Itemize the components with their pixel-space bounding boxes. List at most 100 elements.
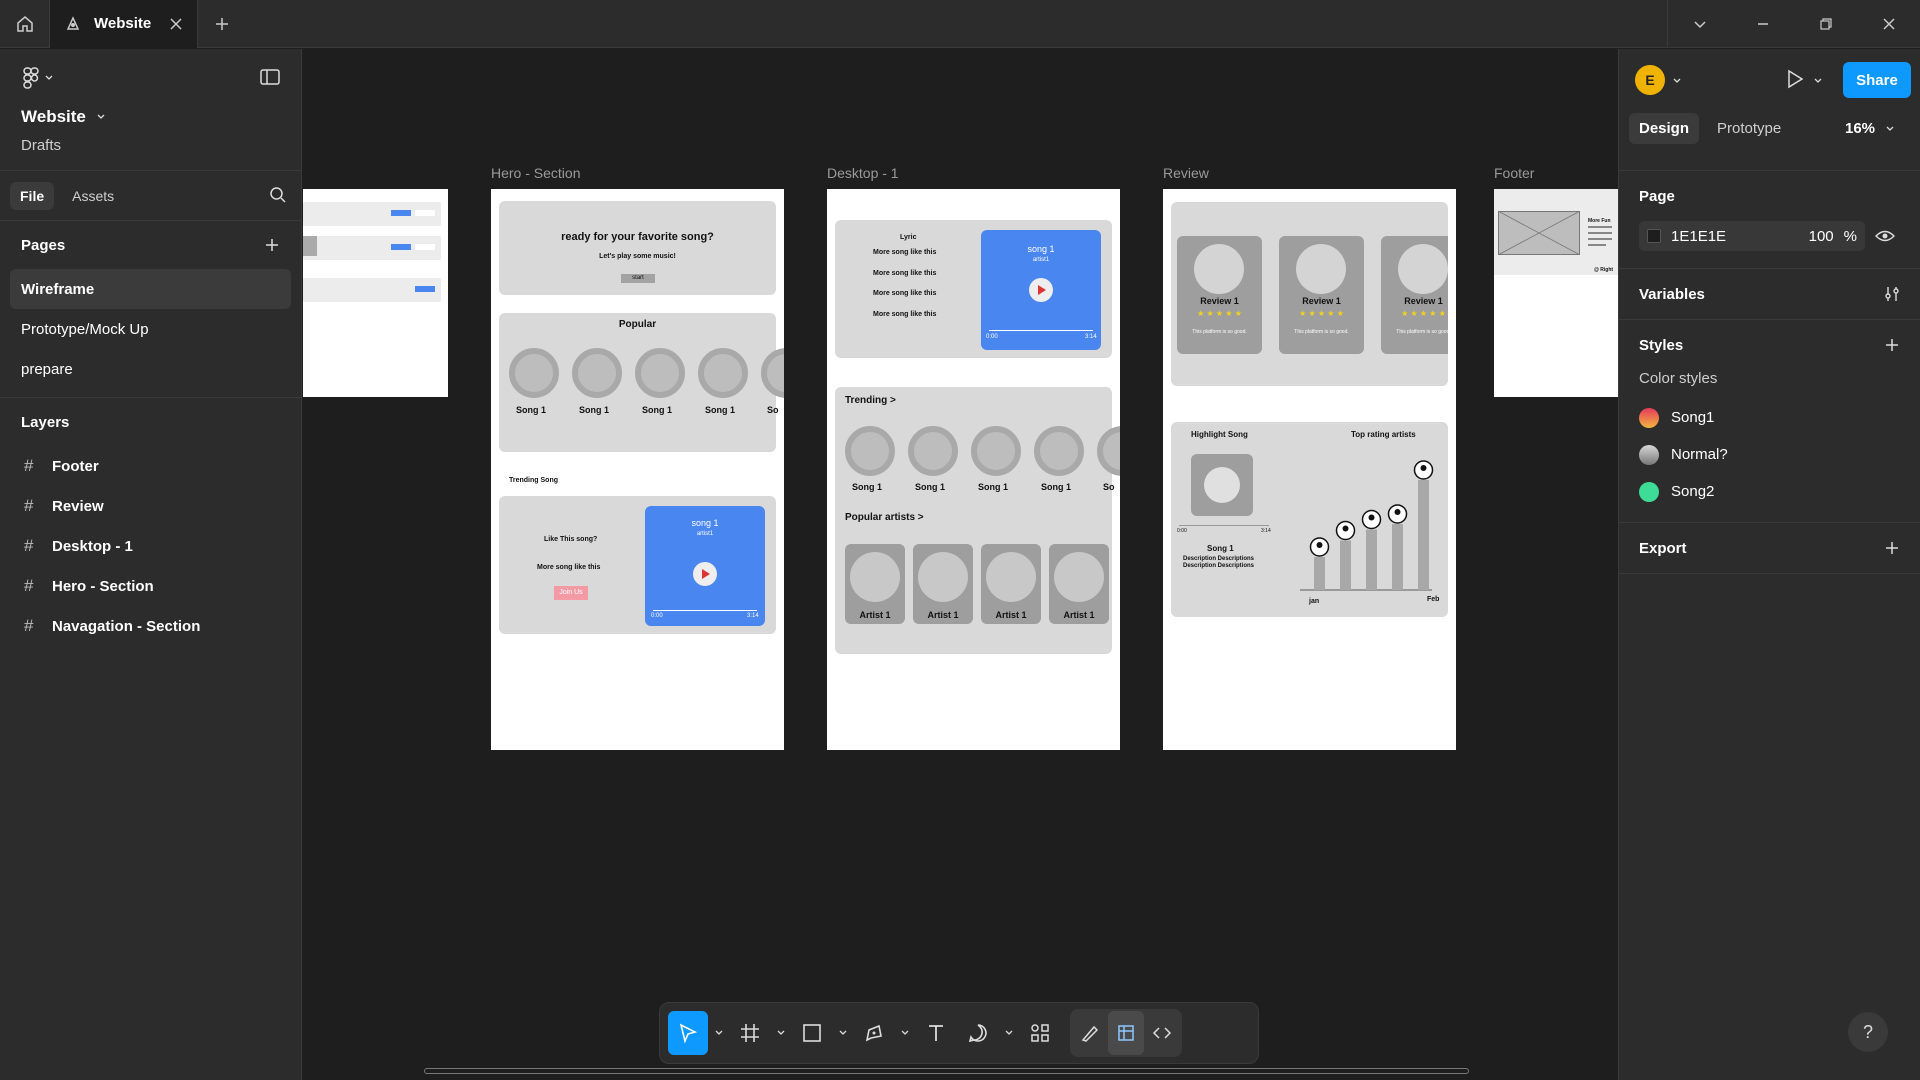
search-layers-button[interactable] bbox=[269, 186, 287, 204]
frame-label-footer[interactable]: Footer bbox=[1494, 165, 1534, 181]
main-menu-button[interactable] bbox=[22, 67, 54, 89]
file-tab[interactable]: Website bbox=[50, 0, 198, 48]
frame-tool-menu[interactable] bbox=[772, 1028, 790, 1038]
dev-mode-button[interactable] bbox=[1144, 1011, 1180, 1055]
right-panel: E Share Design Prototype 16% Page 1E1E1E… bbox=[1618, 49, 1920, 1080]
file-name-button[interactable]: Website bbox=[21, 107, 106, 127]
chevron-down-icon[interactable] bbox=[1813, 76, 1823, 86]
review-stars: ★ ★ ★ ★ ★ bbox=[1299, 309, 1344, 318]
toggle-sidebar-button[interactable] bbox=[260, 69, 280, 85]
like-text: Like This song? bbox=[544, 536, 598, 543]
tab-design[interactable]: Design bbox=[1629, 113, 1700, 144]
layer-footer[interactable]: # Footer bbox=[0, 446, 301, 486]
page-item-prototype[interactable]: Prototype/Mock Up bbox=[10, 309, 291, 349]
layer-navigation-section[interactable]: # Navagation - Section bbox=[0, 606, 301, 646]
shape-tool-menu[interactable] bbox=[834, 1028, 852, 1038]
layer-desktop-1[interactable]: # Desktop - 1 bbox=[0, 526, 301, 566]
design-canvas[interactable]: Hero - Section ready for your favorite s… bbox=[303, 49, 1618, 1080]
actions-tool[interactable] bbox=[1020, 1011, 1060, 1055]
lyric-heading: Lyric bbox=[900, 234, 917, 241]
player-artist: artist1 bbox=[696, 531, 714, 537]
minimize-button[interactable] bbox=[1731, 0, 1794, 48]
pen-tool[interactable] bbox=[854, 1011, 894, 1055]
frame-label-desktop[interactable]: Desktop - 1 bbox=[827, 165, 899, 181]
new-tab-button[interactable] bbox=[198, 0, 246, 48]
pen-tool-menu[interactable] bbox=[896, 1028, 914, 1038]
variables-icon[interactable] bbox=[1884, 286, 1900, 302]
review-frame[interactable]: Review 1 ★ ★ ★ ★ ★ This platform is so g… bbox=[1163, 189, 1456, 750]
color-style-song2[interactable]: Song2 bbox=[1619, 473, 1920, 510]
frame-label-hero[interactable]: Hero - Section bbox=[491, 165, 580, 181]
home-icon bbox=[16, 15, 33, 32]
page-item-wireframe[interactable]: Wireframe bbox=[10, 269, 291, 309]
rectangle-tool[interactable] bbox=[792, 1011, 832, 1055]
restore-icon bbox=[1819, 17, 1832, 30]
hero-start-button: start bbox=[621, 274, 655, 283]
code-icon bbox=[1152, 1027, 1172, 1039]
move-tool[interactable] bbox=[668, 1011, 708, 1055]
percent-label: % bbox=[1843, 227, 1857, 245]
avatar[interactable]: E bbox=[1635, 65, 1665, 95]
cursor-icon bbox=[679, 1023, 698, 1044]
page-item-prepare[interactable]: prepare bbox=[10, 349, 291, 389]
home-button[interactable] bbox=[0, 0, 50, 48]
artist-label: Artist 1 bbox=[995, 610, 1027, 620]
draw-mode-button[interactable] bbox=[1072, 1011, 1108, 1055]
text-tool[interactable] bbox=[916, 1011, 956, 1055]
page-color-field[interactable]: 1E1E1E 100 % bbox=[1639, 221, 1865, 251]
add-style-icon[interactable] bbox=[1884, 337, 1900, 353]
popular-heading: Popular bbox=[618, 319, 657, 330]
add-page-icon[interactable] bbox=[264, 237, 280, 253]
page-opacity-value[interactable]: 100 bbox=[1809, 228, 1834, 245]
color-style-song1[interactable]: Song1 bbox=[1619, 399, 1920, 436]
frame-icon: # bbox=[24, 576, 34, 595]
desktop-1-frame[interactable]: Lyric More song like this More song like… bbox=[827, 189, 1120, 750]
color-style-normal[interactable]: Normal? bbox=[1619, 436, 1920, 473]
eye-icon[interactable] bbox=[1875, 229, 1895, 243]
popular-section: Popular Song 1 Song 1 Song 1 Song 1 So bbox=[499, 313, 784, 452]
restore-button[interactable] bbox=[1794, 0, 1857, 48]
tab-file[interactable]: File bbox=[10, 181, 55, 210]
file-location[interactable]: Drafts bbox=[21, 137, 61, 154]
footer-frame[interactable]: More Fun @ Right bbox=[1494, 189, 1618, 397]
chart-bar bbox=[1418, 480, 1429, 590]
hero-section-frame[interactable]: ready for your favorite song? Let's play… bbox=[491, 189, 784, 750]
artist-head-icon bbox=[1420, 465, 1427, 471]
page-color-value[interactable]: 1E1E1E bbox=[1671, 228, 1799, 245]
swatch-normal bbox=[1639, 444, 1659, 465]
frame-icon: # bbox=[24, 496, 34, 515]
tab-assets[interactable]: Assets bbox=[62, 182, 124, 210]
chevron-down-icon[interactable] bbox=[1672, 76, 1682, 86]
review-title: Review 1 bbox=[1302, 296, 1341, 306]
close-window-button[interactable] bbox=[1857, 0, 1920, 48]
text-icon bbox=[929, 1025, 943, 1041]
navigation-frame[interactable] bbox=[303, 189, 448, 397]
frame-tool[interactable] bbox=[730, 1011, 770, 1055]
popular-song: Song 1 bbox=[705, 405, 736, 415]
comment-tool[interactable] bbox=[958, 1011, 998, 1055]
tab-prototype[interactable]: Prototype bbox=[1707, 113, 1791, 144]
layer-hero-section[interactable]: # Hero - Section bbox=[0, 566, 301, 606]
chart-bar bbox=[1314, 557, 1325, 590]
review-stars: ★ ★ ★ ★ ★ bbox=[1401, 309, 1446, 318]
zoom-dropdown[interactable]: 16% bbox=[1845, 120, 1895, 137]
comment-tool-menu[interactable] bbox=[1000, 1028, 1018, 1038]
share-button[interactable]: Share bbox=[1843, 62, 1911, 98]
help-button[interactable]: ? bbox=[1848, 1012, 1888, 1052]
design-mode-button[interactable] bbox=[1108, 1011, 1144, 1055]
frame-label-review[interactable]: Review bbox=[1163, 165, 1209, 181]
chart-bar bbox=[1340, 540, 1351, 590]
move-tool-menu[interactable] bbox=[710, 1028, 728, 1038]
export-heading: Export bbox=[1639, 539, 1687, 557]
horizontal-scrollbar[interactable] bbox=[424, 1068, 1469, 1074]
chevron-down-icon bbox=[1886, 126, 1894, 131]
music-player: song 1 artist1 0:00 3:14 bbox=[981, 230, 1101, 350]
trending-song: Song 1 bbox=[1041, 482, 1072, 492]
tabs-dropdown-button[interactable] bbox=[1668, 0, 1731, 48]
color-swatch[interactable] bbox=[1647, 229, 1661, 243]
play-icon[interactable] bbox=[1786, 69, 1804, 89]
layer-review[interactable]: # Review bbox=[0, 486, 301, 526]
add-export-icon[interactable] bbox=[1884, 540, 1900, 556]
close-tab-icon[interactable] bbox=[169, 17, 183, 31]
layers-heading: Layers bbox=[21, 413, 70, 431]
